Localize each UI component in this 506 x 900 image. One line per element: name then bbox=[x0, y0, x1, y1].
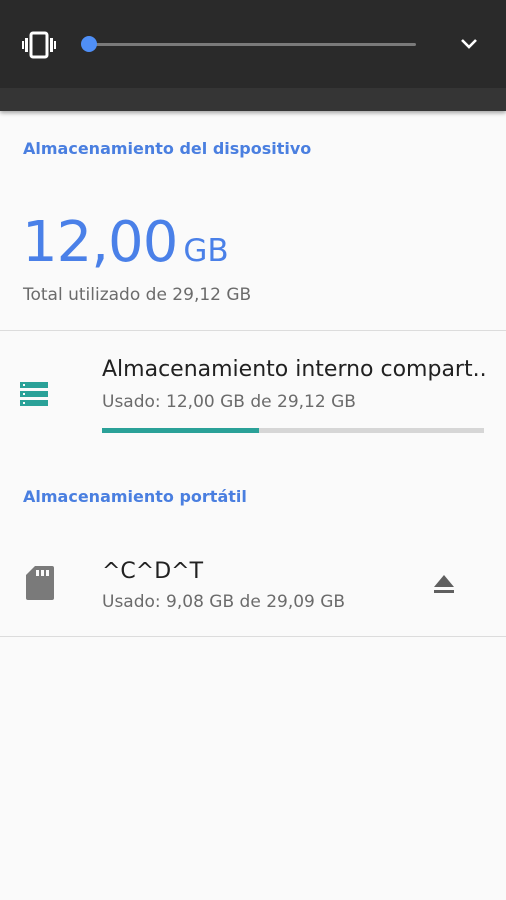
internal-storage-progress bbox=[102, 428, 484, 433]
toolbar-under-panel bbox=[0, 88, 506, 111]
storage-icon bbox=[20, 382, 48, 410]
portable-storage-usage: Usado: 9,08 GB de 29,09 GB bbox=[102, 592, 346, 612]
volume-panel bbox=[0, 0, 506, 88]
volume-slider-thumb[interactable] bbox=[81, 36, 97, 52]
internal-storage-title: Almacenamiento interno compart.. bbox=[102, 357, 487, 382]
portable-storage-item[interactable] bbox=[0, 530, 506, 635]
eject-icon[interactable] bbox=[433, 574, 455, 598]
used-storage-number: 12,00 bbox=[22, 210, 178, 275]
section-header-portable-storage: Almacenamiento portátil bbox=[23, 487, 247, 506]
total-used-label: Total utilizado de 29,12 GB bbox=[23, 285, 252, 305]
section-header-device-storage: Almacenamiento del dispositivo bbox=[23, 139, 312, 158]
sd-card-icon bbox=[26, 566, 54, 604]
portable-storage-title: ^C^D^T bbox=[102, 559, 204, 584]
divider bbox=[0, 636, 506, 637]
internal-storage-progress-fill bbox=[102, 428, 259, 433]
chevron-down-icon[interactable] bbox=[458, 34, 480, 58]
volume-slider-track[interactable] bbox=[90, 43, 416, 46]
used-storage-unit: GB bbox=[183, 233, 229, 269]
vibrate-icon[interactable] bbox=[22, 31, 56, 63]
internal-storage-usage: Usado: 12,00 GB de 29,12 GB bbox=[102, 392, 356, 412]
used-storage-value: 12,00 GB bbox=[22, 210, 229, 275]
